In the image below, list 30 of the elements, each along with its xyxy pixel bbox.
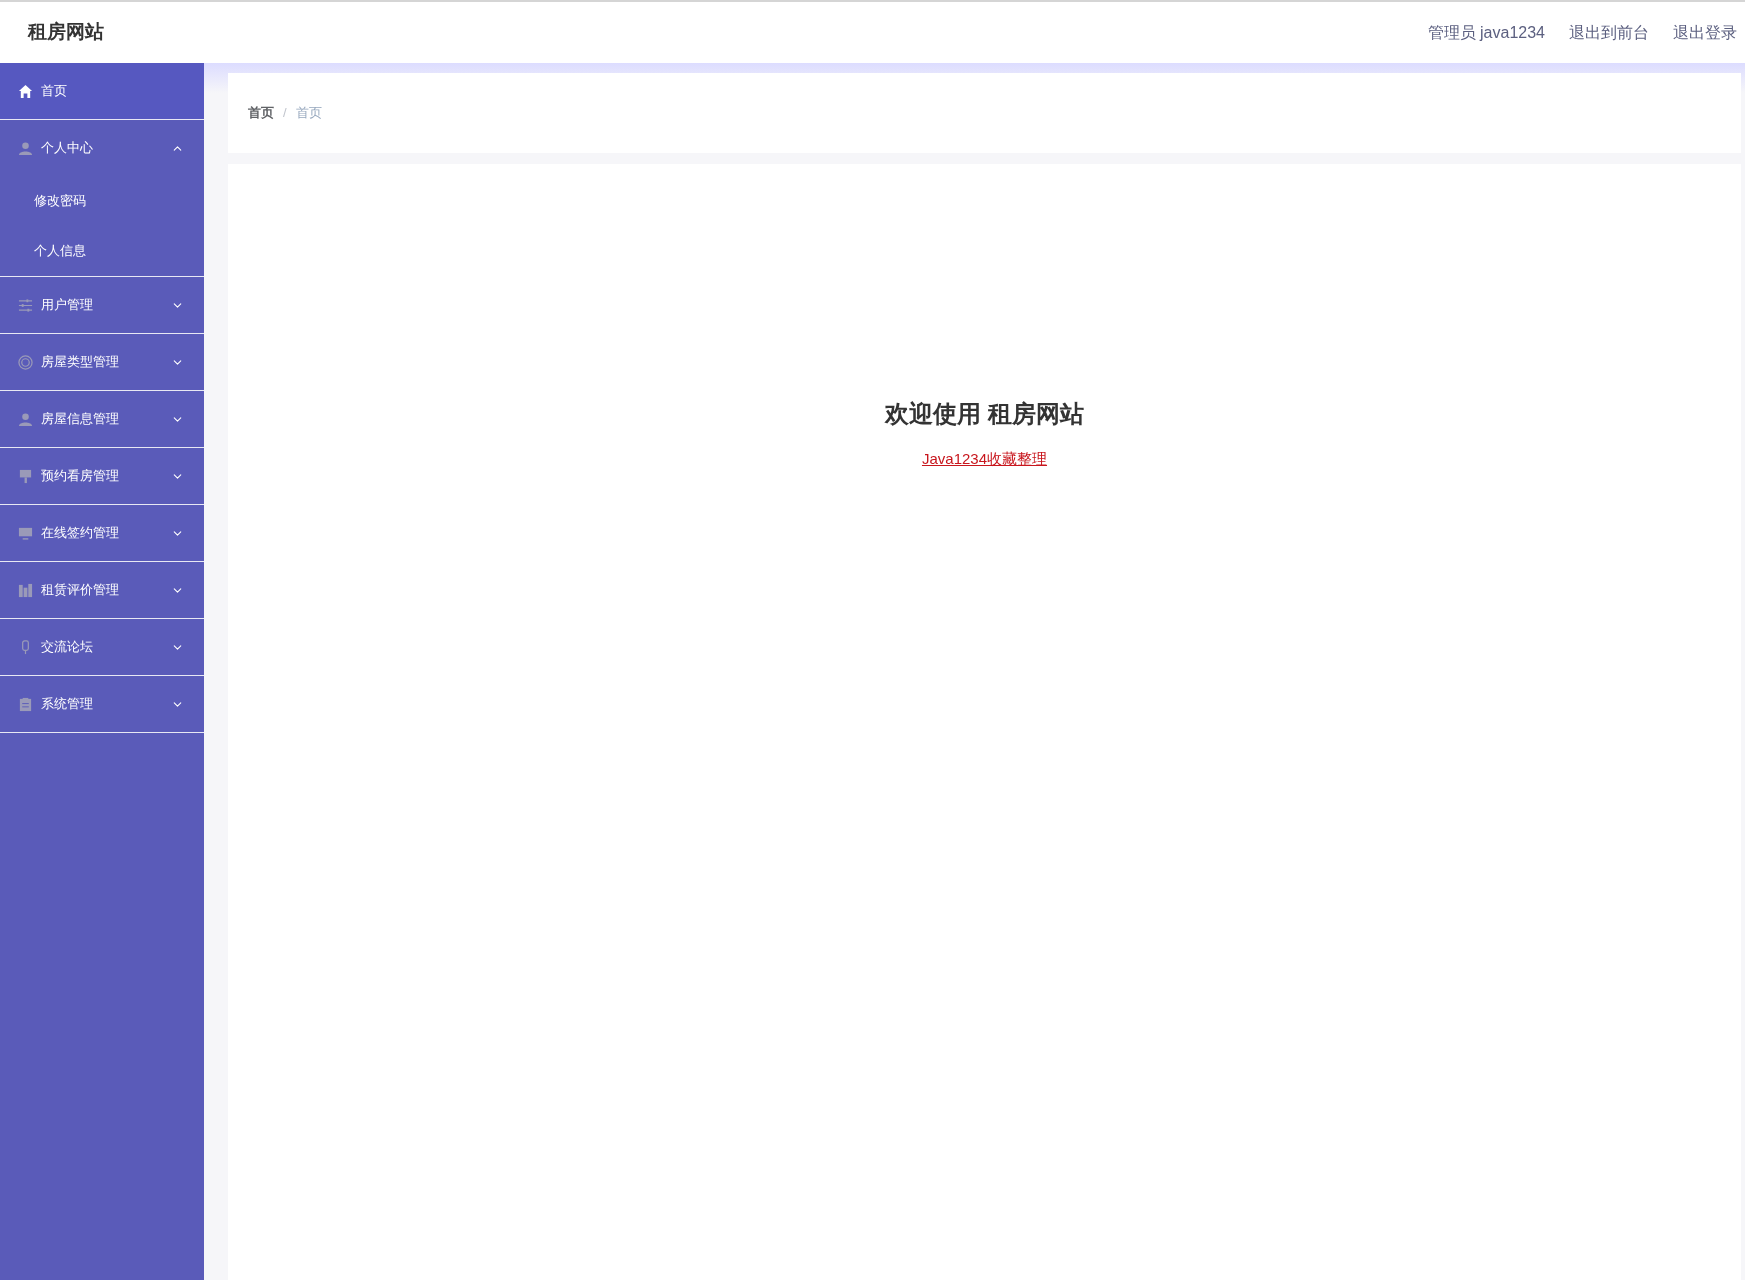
menu-item[interactable]: 首页 (0, 63, 204, 119)
header-link[interactable]: 管理员 java1234 (1427, 20, 1545, 45)
menu-item[interactable]: 交流论坛 (0, 619, 204, 675)
menu-item[interactable]: 预约看房管理 (0, 448, 204, 504)
breadcrumb-separator: / (283, 104, 287, 123)
sign-icon (18, 468, 33, 484)
sliders-icon (18, 297, 33, 313)
menu-item[interactable]: 个人中心 (0, 120, 204, 176)
menu-item[interactable]: 在线签约管理 (0, 505, 204, 561)
menu-item[interactable]: 房屋信息管理 (0, 391, 204, 447)
monitor-icon (18, 525, 33, 541)
header-link[interactable]: 退出到前台 (1569, 20, 1649, 45)
menu-item[interactable]: 房屋类型管理 (0, 334, 204, 390)
welcome-title: 欢迎使用 租房网站 (885, 399, 1084, 429)
menu-item[interactable]: 用户管理 (0, 277, 204, 333)
submenu-item[interactable]: 修改密码 (0, 176, 204, 226)
ring-icon (18, 354, 33, 370)
site-title: 租房网站 (28, 20, 104, 45)
collection-link[interactable]: Java1234收藏整理 (921, 448, 1048, 471)
chart-icon (18, 582, 33, 598)
breadcrumb-item: 首页 (295, 104, 322, 123)
header-link[interactable]: 退出登录 (1673, 20, 1737, 45)
user-icon (18, 140, 33, 156)
submenu-item[interactable]: 个人信息 (0, 226, 204, 276)
clipboard-icon (18, 696, 33, 712)
breadcrumb-item[interactable]: 首页 (248, 103, 274, 123)
menu-item[interactable]: 租赁评价管理 (0, 562, 204, 618)
menu-item[interactable]: 系统管理 (0, 676, 204, 732)
user-icon (18, 411, 33, 427)
home-icon (18, 83, 33, 99)
